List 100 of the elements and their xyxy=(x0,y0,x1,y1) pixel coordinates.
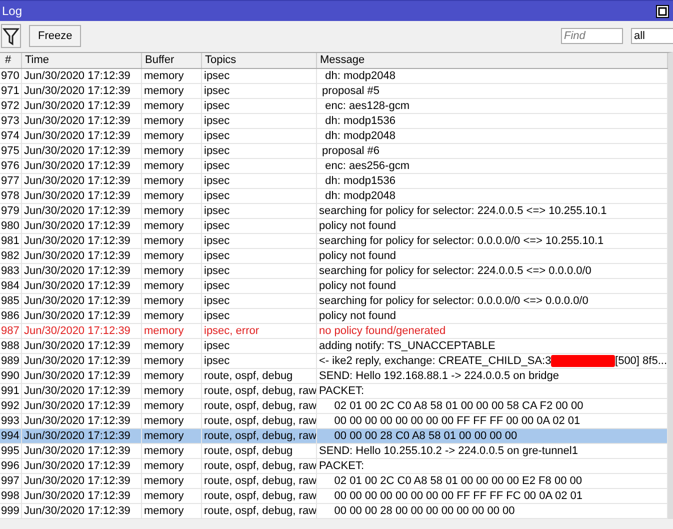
time-cell: Jun/30/2020 17:12:39 xyxy=(24,309,130,323)
buffer-cell: memory xyxy=(144,204,184,218)
log-row[interactable]: 976 Jun/30/2020 17:12:39 memory ipsec enc: aes256-gcm xyxy=(0,159,668,174)
buffer-cell: memory xyxy=(144,219,184,233)
time-cell: Jun/30/2020 17:12:39 xyxy=(24,159,130,173)
log-row[interactable]: 975 Jun/30/2020 17:12:39 memory ipsec proposal #6 xyxy=(0,144,668,159)
log-row[interactable]: 979 Jun/30/2020 17:12:39 memory ipsec searching for policy for selector: 224.0.0.5 <=> 10.255.10.1 xyxy=(0,204,668,219)
message-cell-text: proposal #6 xyxy=(321,144,380,158)
log-row[interactable]: 983 Jun/30/2020 17:12:39 memory ipsec searching for policy for selector: 224.0.0.5 <=> 0.0.0.0/0 xyxy=(0,264,668,279)
log-row[interactable]: 988 Jun/30/2020 17:12:39 memory ipsec adding notify: TS_UNACCEPTABLE xyxy=(0,339,668,354)
filter-field[interactable]: all xyxy=(631,28,673,44)
row-number: 994 xyxy=(1,429,20,443)
time-cell: Jun/30/2020 17:12:39 xyxy=(24,384,130,398)
row-number: 993 xyxy=(1,414,20,428)
log-row[interactable]: 977 Jun/30/2020 17:12:39 memory ipsec dh: modp1536 xyxy=(0,174,668,189)
topics-cell: ipsec, error xyxy=(204,324,260,338)
column-header[interactable]: # xyxy=(0,53,22,68)
time-cell: Jun/30/2020 17:12:39 xyxy=(24,354,130,368)
message-cell-text: enc: aes128-gcm xyxy=(324,99,410,113)
message-cell: no policy found/generated xyxy=(319,324,446,338)
message-cell-text: dh: modp2048 xyxy=(324,129,396,143)
buffer-cell: memory xyxy=(144,429,184,443)
time-cell: Jun/30/2020 17:12:39 xyxy=(24,114,130,128)
message-cell: [500] 8f5... xyxy=(615,354,667,368)
topics-cell: ipsec xyxy=(204,219,230,233)
row-number: 990 xyxy=(1,369,20,383)
message-cell-text: proposal #5 xyxy=(321,84,380,98)
row-number: 983 xyxy=(1,264,20,278)
log-row[interactable]: 982 Jun/30/2020 17:12:39 memory ipsec policy not found xyxy=(0,249,668,264)
log-row[interactable]: 986 Jun/30/2020 17:12:39 memory ipsec policy not found xyxy=(0,309,668,324)
log-row[interactable]: 978 Jun/30/2020 17:12:39 memory ipsec dh: modp2048 xyxy=(0,189,668,204)
buffer-cell: memory xyxy=(144,339,184,353)
column-header[interactable]: Topics xyxy=(202,53,317,68)
time-cell: Jun/30/2020 17:12:39 xyxy=(24,504,130,518)
topics-cell: route, ospf, debug xyxy=(204,444,293,458)
buffer-cell: memory xyxy=(144,369,184,383)
log-row[interactable]: 971 Jun/30/2020 17:12:39 memory ipsec proposal #5 xyxy=(0,84,668,99)
row-number: 999 xyxy=(1,504,20,518)
log-row[interactable]: 995 Jun/30/2020 17:12:39 memory route, ospf, debug SEND: Hello 10.255.10.2 -> 224.0.0.5 on gre-tunnel1 xyxy=(0,444,668,459)
maximize-icon[interactable] xyxy=(656,4,669,18)
log-row[interactable]: 973 Jun/30/2020 17:12:39 memory ipsec dh: modp1536 xyxy=(0,114,668,129)
topics-cell: ipsec xyxy=(204,294,230,308)
row-number: 984 xyxy=(1,279,20,293)
buffer-cell: memory xyxy=(144,69,184,83)
log-row[interactable]: 972 Jun/30/2020 17:12:39 memory ipsec enc: aes128-gcm xyxy=(0,99,668,114)
buffer-cell: memory xyxy=(144,324,184,338)
message-cell-text: 00 00 00 00 00 00 00 00 FF FF FF FC 00 0A 02 01 xyxy=(333,489,583,503)
log-row[interactable]: 985 Jun/30/2020 17:12:39 memory ipsec searching for policy for selector: 0.0.0.0/0 <=> 0.0.0.0/0 xyxy=(0,294,668,309)
message-cell: searching for policy for selector: 0.0.0.0/0 <=> 0.0.0.0/0 xyxy=(319,294,588,308)
log-row[interactable]: 980 Jun/30/2020 17:12:39 memory ipsec policy not found xyxy=(0,219,668,234)
topics-cell: ipsec xyxy=(204,114,230,128)
time-cell: Jun/30/2020 17:12:39 xyxy=(24,369,130,383)
log-row[interactable]: 989 Jun/30/2020 17:12:39 memory ipsec <- ike2 reply, exchange: CREATE_CHILD_SA:3 [500] 8f5... xyxy=(0,354,668,369)
buffer-cell: memory xyxy=(144,474,184,488)
row-number: 995 xyxy=(1,444,20,458)
topics-cell: route, ospf, debug xyxy=(204,369,293,383)
buffer-cell: memory xyxy=(144,249,184,263)
row-number: 973 xyxy=(1,114,20,128)
row-number: 985 xyxy=(1,294,20,308)
message-cell-text: 00 00 00 28 C0 A8 58 01 00 00 00 00 xyxy=(333,429,518,443)
row-number: 991 xyxy=(1,384,20,398)
log-row[interactable]: 987 Jun/30/2020 17:12:39 memory ipsec, error no policy found/generated xyxy=(0,324,668,339)
time-cell: Jun/30/2020 17:12:39 xyxy=(24,444,130,458)
buffer-cell: memory xyxy=(144,174,184,188)
buffer-cell: memory xyxy=(144,489,184,503)
row-number: 971 xyxy=(1,84,20,98)
buffer-cell: memory xyxy=(144,354,184,368)
log-row[interactable]: 984 Jun/30/2020 17:12:39 memory ipsec policy not found xyxy=(0,279,668,294)
buffer-cell: memory xyxy=(144,384,184,398)
freeze-button[interactable]: Freeze xyxy=(29,24,82,46)
row-number: 988 xyxy=(1,339,20,353)
row-number: 972 xyxy=(1,99,20,113)
filter-icon[interactable] xyxy=(1,24,21,48)
buffer-cell: memory xyxy=(144,279,184,293)
row-number: 981 xyxy=(1,234,20,248)
message-cell: adding notify: TS_UNACCEPTABLE xyxy=(319,339,496,353)
column-header[interactable]: Message xyxy=(317,53,668,68)
time-cell: Jun/30/2020 17:12:39 xyxy=(24,234,130,248)
log-row[interactable]: 974 Jun/30/2020 17:12:39 memory ipsec dh: modp2048 xyxy=(0,129,668,144)
message-cell: policy not found xyxy=(319,249,396,263)
time-cell: Jun/30/2020 17:12:39 xyxy=(24,129,130,143)
message-cell-text: 02 01 00 2C C0 A8 58 01 00 00 00 00 E2 F8 00 00 xyxy=(333,474,582,488)
row-number: 975 xyxy=(1,144,20,158)
message-cell: searching for policy for selector: 0.0.0.0/0 <=> 10.255.10.1 xyxy=(319,234,604,248)
column-header[interactable]: Buffer xyxy=(142,53,202,68)
time-cell: Jun/30/2020 17:12:39 xyxy=(24,474,130,488)
log-row[interactable]: 990 Jun/30/2020 17:12:39 memory route, ospf, debug SEND: Hello 192.168.88.1 -> 224.0.0.5 on bridge xyxy=(0,369,668,384)
message-cell-text: 00 00 00 00 00 00 00 00 FF FF FF 00 00 0A 02 01 xyxy=(333,414,580,428)
buffer-cell: memory xyxy=(144,144,184,158)
log-row[interactable]: 970 Jun/30/2020 17:12:39 memory ipsec dh: modp2048 xyxy=(0,69,668,84)
log-row[interactable]: 981 Jun/30/2020 17:12:39 memory ipsec searching for policy for selector: 0.0.0.0/0 <=> 10.255.10.1 xyxy=(0,234,668,249)
find-field[interactable]: Find xyxy=(561,28,623,44)
message-cell: <- ike2 reply, exchange: CREATE_CHILD_SA:3 xyxy=(319,354,552,368)
time-cell: Jun/30/2020 17:12:39 xyxy=(24,189,130,203)
buffer-cell: memory xyxy=(144,129,184,143)
row-number: 977 xyxy=(1,174,20,188)
column-header[interactable]: Time xyxy=(22,53,142,68)
message-cell: SEND: Hello 192.168.88.1 -> 224.0.0.5 on bridge xyxy=(319,369,560,383)
time-cell: Jun/30/2020 17:12:39 xyxy=(24,144,130,158)
topics-cell: ipsec xyxy=(204,279,230,293)
